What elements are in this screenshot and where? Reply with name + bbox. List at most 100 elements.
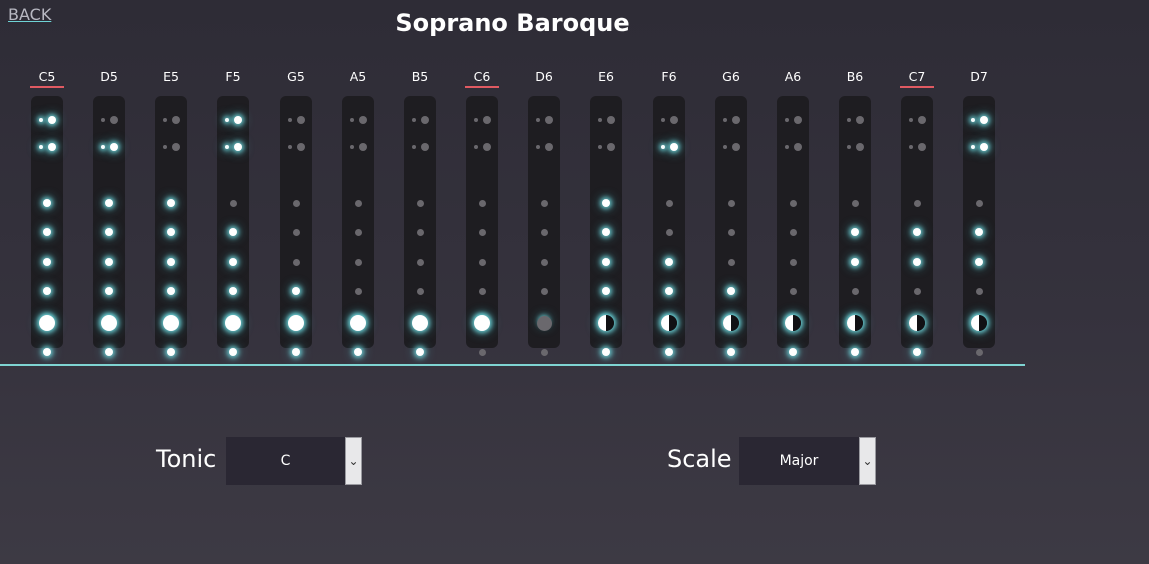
- finger-hole-7: [789, 348, 797, 356]
- note-column-d7[interactable]: D7: [962, 68, 996, 356]
- scale-select-value: Major: [779, 453, 819, 469]
- finger-hole-1-small: [971, 145, 975, 149]
- finger-hole-4: [975, 258, 983, 266]
- note-label: G6: [722, 69, 740, 84]
- recorder-body: [715, 96, 747, 356]
- note-column-d6[interactable]: D6: [527, 68, 561, 356]
- finger-hole-1: [359, 143, 367, 151]
- thumb-hole: [607, 116, 615, 124]
- recorder-body: [217, 96, 249, 356]
- finger-hole-1-small: [661, 145, 665, 149]
- bell-hole: [971, 315, 987, 331]
- finger-hole-1: [732, 143, 740, 151]
- thumb-hole: [918, 116, 926, 124]
- finger-hole-3: [416, 228, 424, 236]
- finger-hole-1-small: [412, 145, 416, 149]
- finger-hole-5: [354, 287, 362, 295]
- finger-hole-5: [167, 287, 175, 295]
- recorder-body: [342, 96, 374, 356]
- note-label: D5: [100, 69, 118, 84]
- bell-hole: [847, 315, 863, 331]
- bell-hole: [598, 315, 614, 331]
- finger-hole-4: [789, 258, 797, 266]
- thumb-hole: [172, 116, 180, 124]
- chevron-down-icon: ⌄: [862, 454, 873, 468]
- thumb-hole: [48, 116, 56, 124]
- thumb-hole: [234, 116, 242, 124]
- finger-hole-4: [416, 258, 424, 266]
- finger-hole-7: [167, 348, 175, 356]
- finger-hole-2: [354, 199, 362, 207]
- bell-hole: [288, 315, 304, 331]
- finger-hole-1: [980, 143, 988, 151]
- finger-hole-1: [297, 143, 305, 151]
- finger-hole-2: [913, 199, 921, 207]
- bell-hole: [101, 315, 117, 331]
- recorder-body: [528, 96, 560, 356]
- finger-hole-5: [540, 287, 548, 295]
- note-column-b5[interactable]: B5: [403, 68, 437, 356]
- tonic-select[interactable]: C: [226, 437, 345, 485]
- note-column-c5[interactable]: C5: [30, 68, 64, 356]
- bell-hole: [909, 315, 925, 331]
- finger-hole-7: [665, 348, 673, 356]
- finger-hole-1: [48, 143, 56, 151]
- finger-hole-7: [851, 348, 859, 356]
- finger-hole-1-small: [847, 145, 851, 149]
- finger-hole-5: [851, 287, 859, 295]
- bell-hole: [536, 315, 552, 331]
- finger-hole-3: [354, 228, 362, 236]
- finger-hole-3: [292, 228, 300, 236]
- finger-hole-3: [727, 228, 735, 236]
- finger-hole-4: [727, 258, 735, 266]
- finger-hole-4: [665, 258, 673, 266]
- note-label: F5: [225, 69, 241, 84]
- finger-hole-2: [229, 199, 237, 207]
- finger-hole-2: [167, 199, 175, 207]
- tonic-dropdown-button[interactable]: ⌄: [345, 437, 362, 485]
- note-label: A6: [784, 69, 802, 84]
- thumb-hole-small: [101, 118, 105, 122]
- finger-hole-1: [545, 143, 553, 151]
- note-column-c7[interactable]: C7: [900, 68, 934, 356]
- finger-hole-2: [602, 199, 610, 207]
- finger-hole-7: [292, 348, 300, 356]
- note-column-f5[interactable]: F5: [216, 68, 250, 356]
- finger-hole-2: [665, 199, 673, 207]
- note-column-g6[interactable]: G6: [714, 68, 748, 356]
- finger-hole-3: [478, 228, 486, 236]
- note-column-e6[interactable]: E6: [589, 68, 623, 356]
- finger-hole-2: [727, 199, 735, 207]
- finger-hole-4: [354, 258, 362, 266]
- finger-hole-1-small: [598, 145, 602, 149]
- note-column-a6[interactable]: A6: [776, 68, 810, 356]
- finger-hole-5: [665, 287, 673, 295]
- finger-hole-3: [229, 228, 237, 236]
- finger-hole-1: [670, 143, 678, 151]
- thumb-hole: [110, 116, 118, 124]
- finger-hole-2: [105, 199, 113, 207]
- note-column-a5[interactable]: A5: [341, 68, 375, 356]
- note-column-d5[interactable]: D5: [92, 68, 126, 356]
- note-column-g5[interactable]: G5: [279, 68, 313, 356]
- finger-hole-4: [105, 258, 113, 266]
- note-column-b6[interactable]: B6: [838, 68, 872, 356]
- finger-hole-1-small: [474, 145, 478, 149]
- finger-hole-5: [975, 287, 983, 295]
- note-label: B5: [411, 69, 429, 84]
- finger-hole-2: [851, 199, 859, 207]
- note-column-e5[interactable]: E5: [154, 68, 188, 356]
- scale-dropdown-button[interactable]: ⌄: [859, 437, 876, 485]
- recorder-body: [404, 96, 436, 356]
- chevron-down-icon: ⌄: [348, 454, 359, 468]
- note-label: E5: [163, 69, 179, 84]
- finger-hole-1: [110, 143, 118, 151]
- scale-select[interactable]: Major: [739, 437, 859, 485]
- finger-hole-4: [913, 258, 921, 266]
- finger-hole-3: [105, 228, 113, 236]
- finger-hole-1: [607, 143, 615, 151]
- recorder-body: [590, 96, 622, 356]
- note-column-f6[interactable]: F6: [652, 68, 686, 356]
- note-column-c6[interactable]: C6: [465, 68, 499, 356]
- finger-hole-7: [416, 348, 424, 356]
